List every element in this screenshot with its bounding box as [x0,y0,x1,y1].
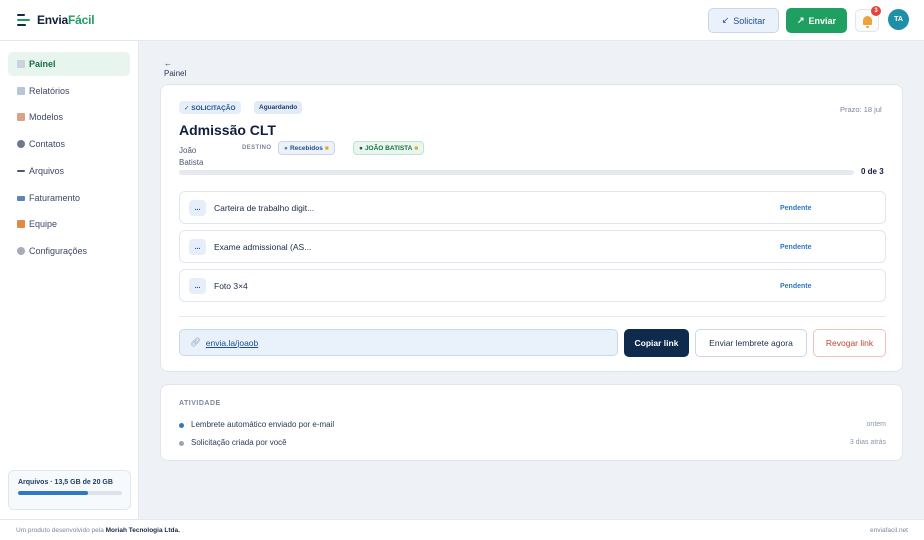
sidebar-item-label: Arquivos [29,166,65,176]
sidebar-item-contatos[interactable]: Contatos [8,132,130,156]
sidebar-item-label: Configurações [29,246,88,256]
storage-label: Arquivos · 13,5 GB de 20 GB [18,479,113,486]
status-badge: Aguardando [254,101,303,114]
link-icon: 🔗︎ [190,337,201,347]
document-icon: ... [189,278,206,294]
sidebar-item-label: Modelos [29,112,64,122]
footer-site-link[interactable]: enviafacil.net [870,527,908,534]
sidebar-item-modelos[interactable]: Modelos [8,105,130,129]
sidebar-item-label: Relatórios [29,86,70,96]
document-item[interactable]: ... Foto 3×4 Pendente [179,269,886,302]
copy-link-button[interactable]: Copiar link [624,329,689,357]
activity-time: 3 dias atrás [849,439,886,446]
gear-icon [17,247,25,255]
deadline-text: Prazo: 18 jul [840,105,882,114]
people-icon [17,140,25,148]
back-label: Painel [164,69,187,78]
document-name: Carteira de trabalho digit... [214,203,315,213]
document-status: Pendente [780,283,812,290]
sidebar-item-label: Faturamento [29,193,81,203]
request-card: ✓ SOLICITAÇÃO Aguardando Prazo: 18 jul A… [160,84,903,372]
sidebar-item-faturamento[interactable]: Faturamento [8,186,130,210]
team-icon [17,220,25,228]
activity-item: Lembrete automático enviado por e-mail o… [179,420,886,432]
document-icon: ... [189,200,206,216]
storage-bar [18,491,122,495]
person-icon: ● [359,144,363,152]
logo-text-main: Envia [37,13,69,27]
logo-text: EnviaFácil [37,13,95,27]
solicitar-button[interactable]: ↙ Solicitar [708,8,779,33]
lock-icon: ■ [324,144,329,152]
document-status: Pendente [780,205,812,212]
sidebar: Painel Relatórios Modelos Contatos Arqui… [0,41,139,519]
destination-folder-label: Recebidos [289,144,323,152]
activity-dot-icon [179,441,184,446]
sidebar-item-configuracoes[interactable]: Configurações [8,239,130,263]
sidebar-item-equipe[interactable]: Equipe [8,212,130,236]
progress-text: 0 de 3 [861,167,884,176]
template-icon [17,113,25,121]
bell-icon [862,16,872,28]
back-link[interactable]: ← Painel [164,59,186,79]
document-name: Foto 3×4 [214,281,248,291]
solicitar-label: Solicitar [733,15,766,26]
document-item[interactable]: ... Exame admissional (AS... Pendente [179,230,886,263]
share-link-text: envia.la/joaob [205,337,259,348]
revoke-link-button[interactable]: Revogar link [813,329,886,357]
activity-card: ATIVIDADE Lembrete automático enviado po… [160,384,903,461]
activity-item: Solicitação criada por você 3 dias atrás [179,438,886,450]
divider [179,316,886,317]
storage-widget[interactable]: Arquivos · 13,5 GB de 20 GB [8,470,131,510]
chart-icon [17,87,25,95]
user-avatar[interactable]: TA [888,9,909,30]
logo-icon [17,12,31,28]
footer-credit-prefix: Um produto desenvolvido pela [16,527,106,534]
logo-text-accent: Fácil [68,13,95,27]
back-arrow-icon: ← [164,59,172,68]
send-reminder-button[interactable]: Enviar lembrete agora [695,329,807,357]
footer: Um produto desenvolvido pela Moriah Tecn… [0,519,924,540]
activity-text: Lembrete automático enviado por e-mail [191,420,335,429]
activity-title: ATIVIDADE [179,400,221,407]
request-type-chip: ✓ SOLICITAÇÃO [179,101,241,114]
document-status: Pendente [780,244,812,251]
sidebar-item-arquivos[interactable]: Arquivos [8,159,130,183]
folder-icon: ● [284,144,288,152]
activity-time: ontem [866,421,886,428]
top-header: EnviaFácil ↙ Solicitar ↗ Enviar 3 TA [0,0,924,41]
document-item[interactable]: ... Carteira de trabalho digit... Penden… [179,191,886,224]
sidebar-item-painel[interactable]: Painel [8,52,130,76]
destination-person-label: JOÃO BATISTA [364,144,413,152]
sidebar-item-label: Painel [29,59,56,69]
page-title: Admissão CLT [179,122,276,138]
arrow-up-right-icon: ↗ [796,15,805,25]
dashboard-icon [17,60,25,68]
enviar-button[interactable]: ↗ Enviar [786,8,847,33]
destination-person-chip[interactable]: ● JOÃO BATISTA ■ [353,141,425,155]
document-name: Exame admissional (AS... [214,242,312,252]
share-link-field[interactable]: 🔗︎ envia.la/joaob [179,329,618,356]
billing-icon [17,195,25,201]
enviar-label: Enviar [808,15,837,26]
document-icon: ... [189,239,206,255]
notification-badge: 3 [871,6,881,16]
recipient-name: João Batista [179,146,204,167]
footer-company-link[interactable]: Moriah Tecnologia Ltda. [106,527,180,534]
destination-folder-chip[interactable]: ● Recebidos ■ [278,141,335,155]
sidebar-item-label: Contatos [29,139,66,149]
storage-bar-fill [18,491,89,495]
brand-logo[interactable]: EnviaFácil [17,12,95,28]
lock-icon: ■ [414,144,419,152]
files-icon [17,170,25,172]
arrow-down-left-icon: ↙ [721,15,730,25]
activity-text: Solicitação criada por você [191,438,287,447]
sidebar-item-label: Equipe [29,219,58,229]
activity-dot-icon [179,423,184,428]
destination-label: DESTINO [242,145,272,151]
footer-credit: Um produto desenvolvido pela Moriah Tecn… [16,527,180,534]
sidebar-item-relatorios[interactable]: Relatórios [8,79,130,103]
progress-bar [179,170,854,175]
